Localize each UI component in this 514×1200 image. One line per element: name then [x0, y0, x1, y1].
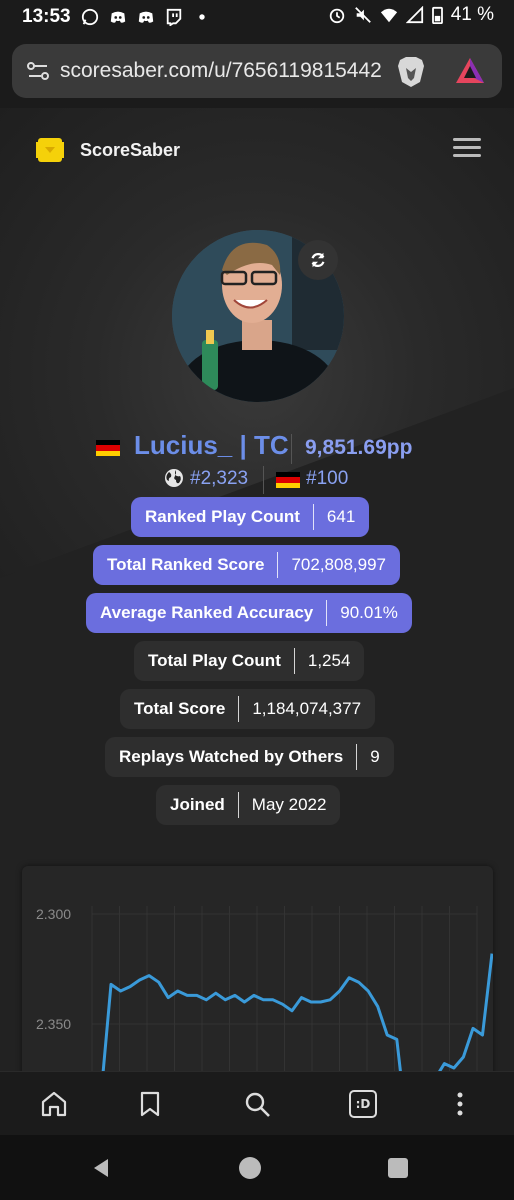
player-ranks: #2,323 #100 [0, 466, 514, 494]
mute-icon [354, 7, 371, 23]
battery-icon [431, 6, 443, 24]
refresh-icon [311, 252, 325, 268]
recents-icon[interactable] [387, 1157, 409, 1179]
global-rank-link[interactable]: #2,323 [190, 468, 248, 490]
whatsapp-icon [81, 8, 98, 26]
brave-shields-icon[interactable] [396, 56, 426, 88]
country-rank-link[interactable]: #100 [306, 468, 348, 490]
bookmark-icon[interactable] [136, 1090, 164, 1118]
stat-value: 702,808,997 [291, 555, 386, 574]
stat-label: Total Score [134, 699, 226, 718]
site-navbar: ScoreSaber [0, 126, 514, 170]
menu-icon[interactable] [453, 138, 481, 158]
globe-icon [165, 469, 183, 487]
y-tick-label: 2.350 [36, 1016, 71, 1032]
player-name[interactable]: Lucius_ | TC [134, 430, 289, 461]
home-circle-icon[interactable] [238, 1156, 262, 1180]
alarm-icon [329, 8, 344, 24]
stat-ranked-play-count: Ranked Play Count 641 [131, 497, 370, 537]
browser-toolbar: scoresaber.com/u/7656119815442 [0, 34, 514, 108]
signal-icon [405, 6, 423, 24]
status-time: 13:53 [22, 6, 71, 27]
browser-bottom-bar: :D [0, 1071, 514, 1136]
stat-total-ranked-score: Total Ranked Score 702,808,997 [93, 545, 400, 585]
more-icon[interactable] [446, 1090, 474, 1118]
divider [263, 466, 264, 494]
stat-joined: Joined May 2022 [156, 785, 341, 825]
stat-label: Ranked Play Count [145, 507, 300, 526]
refresh-button[interactable] [298, 240, 338, 280]
address-bar[interactable]: scoresaber.com/u/7656119815442 [12, 44, 502, 98]
stat-label: Replays Watched by Others [119, 747, 344, 766]
url-text[interactable]: scoresaber.com/u/7656119815442 [60, 59, 390, 83]
rank-history-chart: 2.300 2.350 [22, 866, 494, 1071]
home-icon[interactable] [40, 1090, 68, 1118]
player-pp: 9,851.69pp [305, 436, 413, 459]
player-header: Lucius_ | TC 9,851.69pp [0, 430, 514, 466]
rank-series-line [101, 953, 494, 1071]
discord-icon [110, 11, 125, 23]
germany-flag-icon [276, 472, 300, 488]
stat-value: 1,254 [307, 651, 351, 670]
brave-rewards-icon[interactable] [454, 56, 486, 86]
tab-switcher-icon[interactable]: :D [349, 1090, 377, 1118]
rank-chart-svg: 2.300 2.350 [36, 906, 494, 1071]
stat-label: Joined [170, 795, 225, 814]
status-bar: 13:53 41 % [0, 0, 514, 34]
stat-value: 1,184,074,377 [252, 699, 362, 718]
stat-label: Total Ranked Score [107, 555, 265, 574]
y-tick-label: 2.300 [36, 906, 71, 922]
search-icon[interactable] [243, 1090, 271, 1118]
brand-name[interactable]: ScoreSaber [80, 140, 180, 161]
divider [291, 434, 292, 464]
tab-switcher-label: :D [355, 1097, 371, 1111]
germany-flag-icon [96, 440, 120, 456]
stat-value: 9 [370, 747, 380, 766]
discord-icon [138, 11, 153, 23]
web-page: ScoreSaber Lucius_ | TC 9,851.69pp #2,32… [0, 108, 514, 1071]
battery-percent: 41 % [450, 4, 494, 25]
stat-total-score: Total Score 1,184,074,377 [120, 689, 376, 729]
stat-value: 90.01% [340, 603, 398, 622]
stat-value: May 2022 [251, 795, 327, 814]
stat-total-play-count: Total Play Count 1,254 [134, 641, 365, 681]
dot-icon [198, 14, 205, 20]
stat-average-ranked-accuracy: Average Ranked Accuracy 90.01% [86, 593, 412, 633]
stat-label: Average Ranked Accuracy [100, 603, 314, 622]
site-settings-icon[interactable] [26, 59, 50, 83]
android-nav-bar [0, 1135, 514, 1200]
stat-value: 641 [326, 507, 356, 526]
back-icon[interactable] [90, 1157, 112, 1179]
wifi-icon [380, 8, 397, 23]
stat-replays-watched: Replays Watched by Others 9 [105, 737, 394, 777]
scoresaber-logo-icon[interactable] [34, 134, 66, 166]
stat-label: Total Play Count [148, 651, 281, 670]
twitch-icon [166, 8, 181, 26]
